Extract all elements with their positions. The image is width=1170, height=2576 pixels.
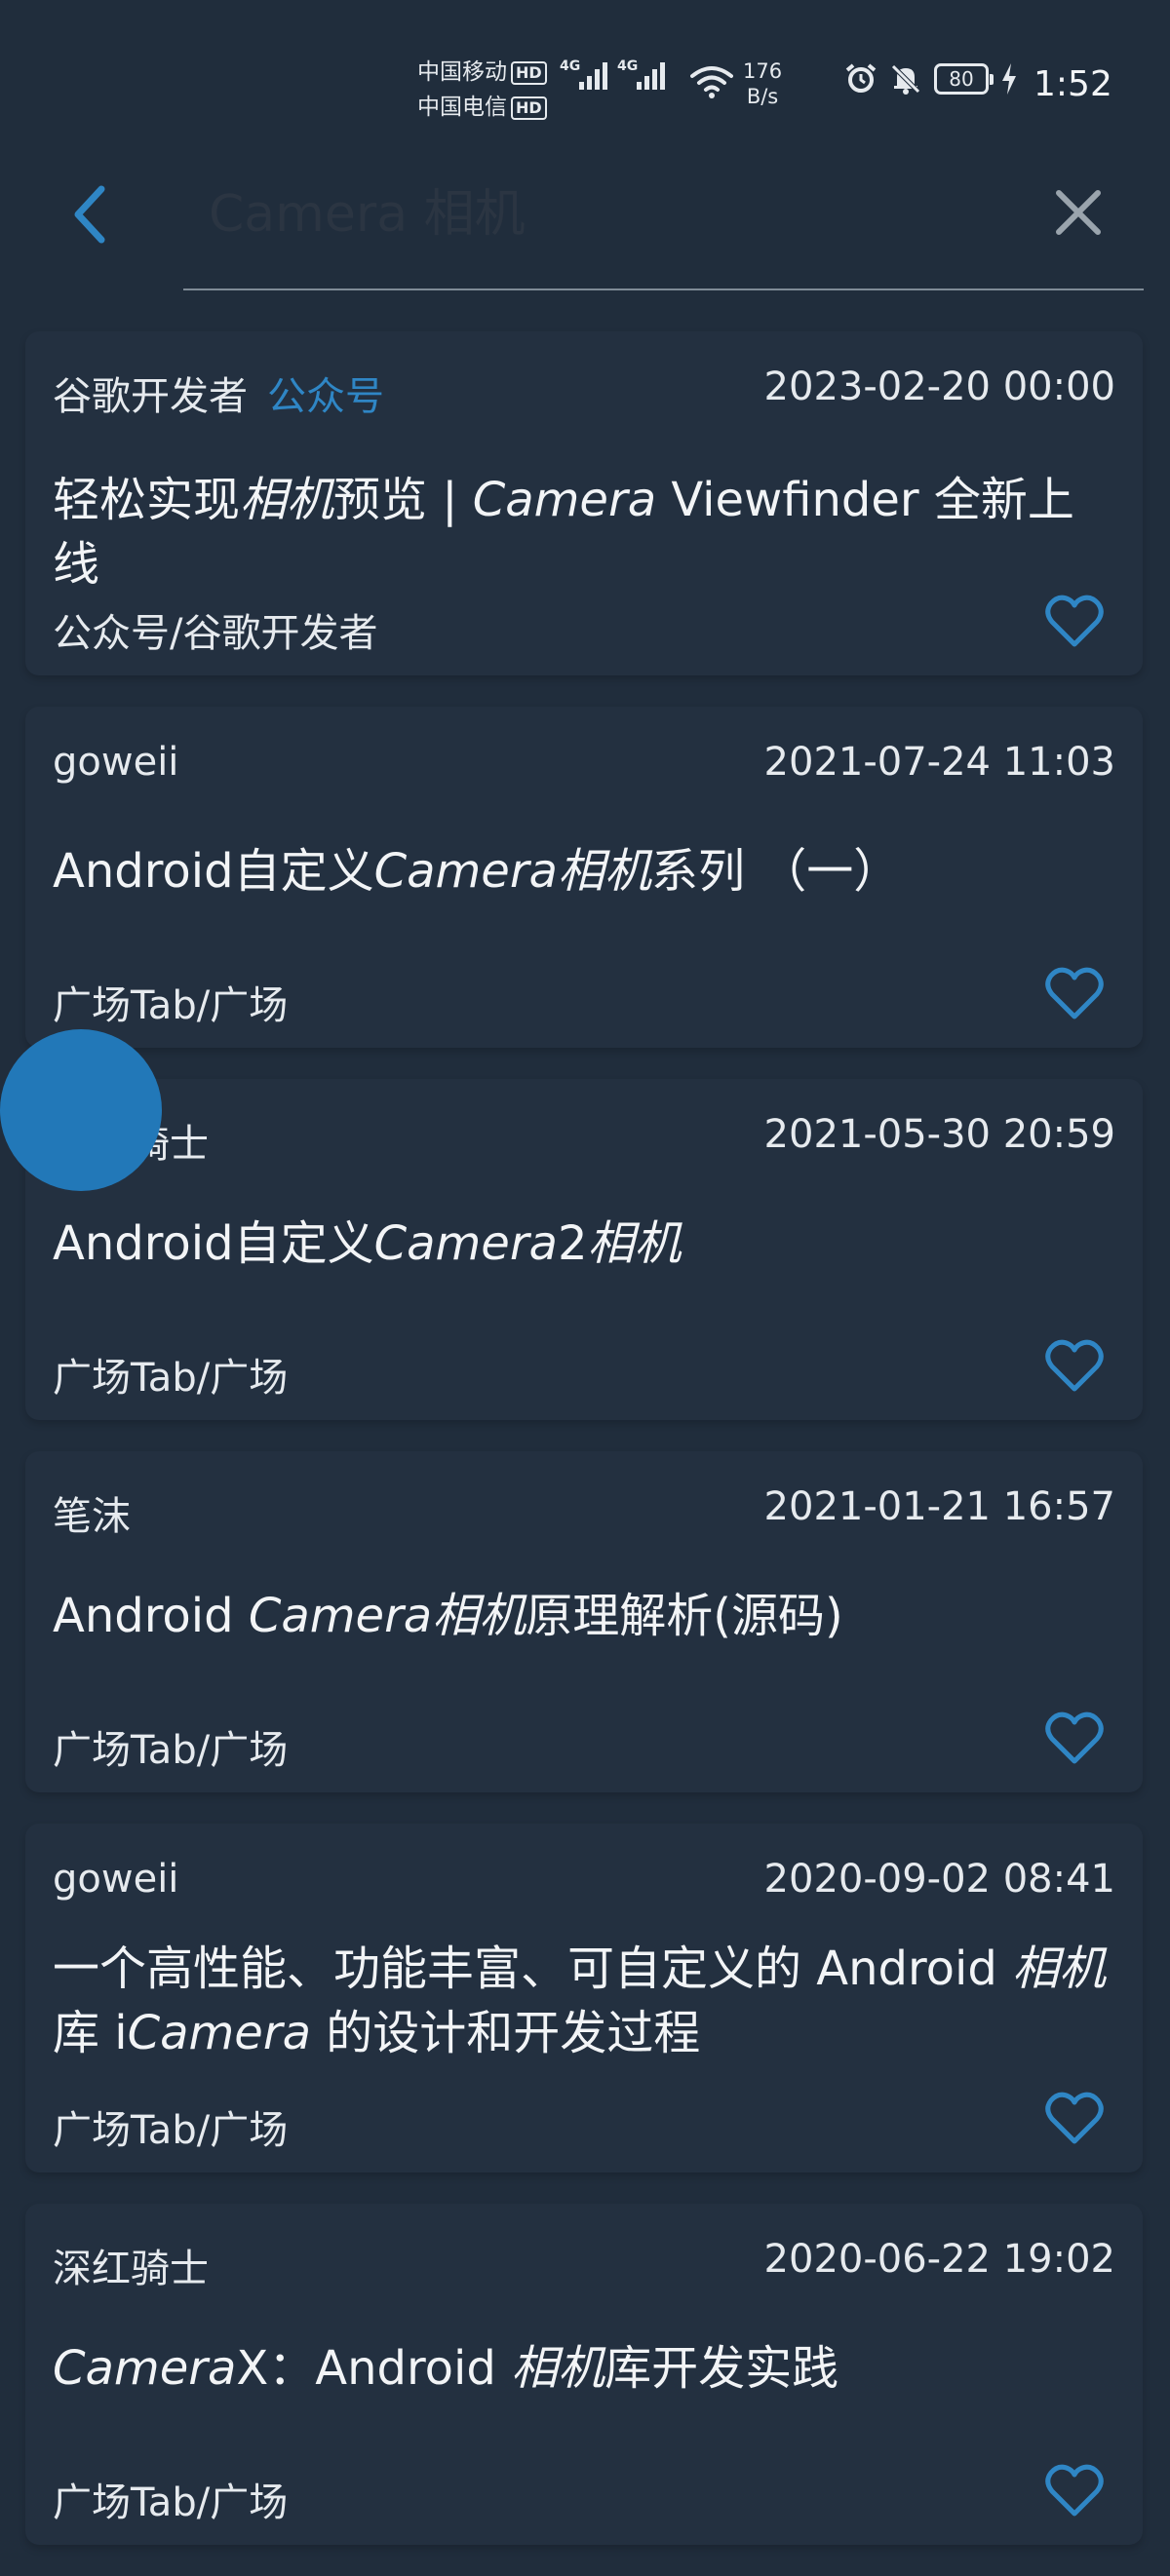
article-date: 2020-09-02 08:41 — [763, 1857, 1115, 1902]
author-name: 深红骑士 — [53, 2247, 209, 2291]
article-card[interactable]: 深红骑士 2021-05-30 20:59 Android自定义Camera2相… — [25, 1079, 1143, 1420]
article-title: 轻松实现相机预览 | Camera Viewfinder 全新上线 — [53, 473, 1074, 592]
article-title: 一个高性能、功能丰富、可自定义的 Android 相机库 iCamera 的设计… — [53, 1942, 1107, 2060]
article-title: CameraX：Android 相机库开发实践 — [53, 2341, 839, 2396]
author-line: 笔沫 — [53, 1484, 131, 1541]
wifi-icon — [690, 66, 733, 98]
author-name: goweii — [53, 740, 179, 785]
author-name: 谷歌开发者 — [53, 374, 248, 419]
article-title: Android自定义Camera2相机 — [53, 1216, 682, 1271]
article-date: 2020-06-22 19:02 — [763, 2237, 1115, 2282]
system-icons: 80 — [844, 62, 1018, 96]
signal-2-icon: 4G — [617, 58, 665, 90]
article-chapter: 广场Tab/广场 — [53, 1728, 289, 1773]
article-title: Android Camera相机原理解析(源码) — [53, 1589, 843, 1643]
status-bar: 中国移动 HD 中国电信 HD 4G 4G 176 B/s 80 1:52 — [0, 0, 1170, 156]
network-speed: 176 B/s — [743, 58, 782, 109]
article-chapter: 广场Tab/广场 — [53, 2480, 289, 2525]
heart-icon[interactable] — [1045, 2463, 1104, 2518]
article-tag[interactable]: 公众号 — [267, 374, 384, 419]
heart-icon[interactable] — [1045, 2091, 1104, 2145]
article-list: 谷歌开发者 公众号 2023-02-20 00:00 轻松实现相机预览 | Cam… — [25, 331, 1143, 2576]
floating-action-button[interactable] — [0, 1029, 162, 1191]
article-card[interactable]: 谷歌开发者 公众号 2023-02-20 00:00 轻松实现相机预览 | Cam… — [25, 331, 1143, 675]
charging-icon — [1002, 63, 1016, 95]
article-chapter: 广场Tab/广场 — [53, 1356, 289, 1401]
article-chapter: 广场Tab/广场 — [53, 983, 289, 1028]
speed-unit: B/s — [746, 85, 779, 108]
search-bar — [183, 175, 1144, 290]
carrier-2: 中国电信 — [417, 95, 507, 120]
article-chapter: 广场Tab/广场 — [53, 2108, 289, 2153]
author-line: goweii — [53, 740, 178, 785]
article-date: 2021-07-24 11:03 — [763, 740, 1115, 785]
article-card[interactable]: goweii 2020-09-02 08:41 一个高性能、功能丰富、可自定义的… — [25, 1824, 1143, 2172]
heart-icon[interactable] — [1045, 594, 1104, 648]
author-line: 谷歌开发者 公众号 — [53, 365, 384, 421]
alarm-icon — [845, 63, 877, 93]
battery-icon: 80 — [934, 63, 994, 95]
clock: 1:52 — [1034, 64, 1112, 104]
signal-1-icon: 4G — [560, 58, 607, 90]
signal-icons: 4G 4G — [560, 58, 665, 90]
search-input[interactable] — [209, 175, 1008, 253]
article-title: Android自定义Camera相机系列 （一） — [53, 844, 901, 899]
heart-icon[interactable] — [1045, 1338, 1104, 1393]
article-date: 2023-02-20 00:00 — [763, 365, 1115, 409]
article-date: 2021-05-30 20:59 — [763, 1112, 1115, 1157]
network-type-2: 4G — [617, 58, 639, 74]
carrier-1: 中国移动 — [417, 59, 507, 85]
article-card[interactable]: goweii 2021-07-24 11:03 Android自定义Camera… — [25, 707, 1143, 1048]
hd-badge-1: HD — [511, 60, 547, 85]
network-type-1: 4G — [560, 58, 581, 74]
carrier-info: 中国移动 HD 中国电信 HD — [417, 55, 547, 125]
author-line: 深红骑士 — [53, 2237, 209, 2293]
author-line: goweii — [53, 1857, 178, 1902]
article-card[interactable]: 深红骑士 2020-06-22 19:02 CameraX：Android 相机… — [25, 2204, 1143, 2545]
author-name: goweii — [53, 1857, 179, 1902]
article-chapter: 公众号/谷歌开发者 — [53, 611, 378, 656]
back-arrow-icon[interactable] — [58, 175, 127, 253]
article-date: 2021-01-21 16:57 — [763, 1484, 1115, 1529]
heart-icon[interactable] — [1045, 966, 1104, 1020]
mute-bell-icon — [891, 64, 920, 95]
hd-badge-2: HD — [511, 96, 547, 120]
heart-icon[interactable] — [1045, 1711, 1104, 1765]
close-icon[interactable] — [1049, 183, 1108, 242]
article-card[interactable]: 笔沫 2021-01-21 16:57 Android Camera相机原理解析… — [25, 1451, 1143, 1792]
author-name: 笔沫 — [53, 1494, 131, 1539]
speed-value: 176 — [743, 59, 783, 83]
